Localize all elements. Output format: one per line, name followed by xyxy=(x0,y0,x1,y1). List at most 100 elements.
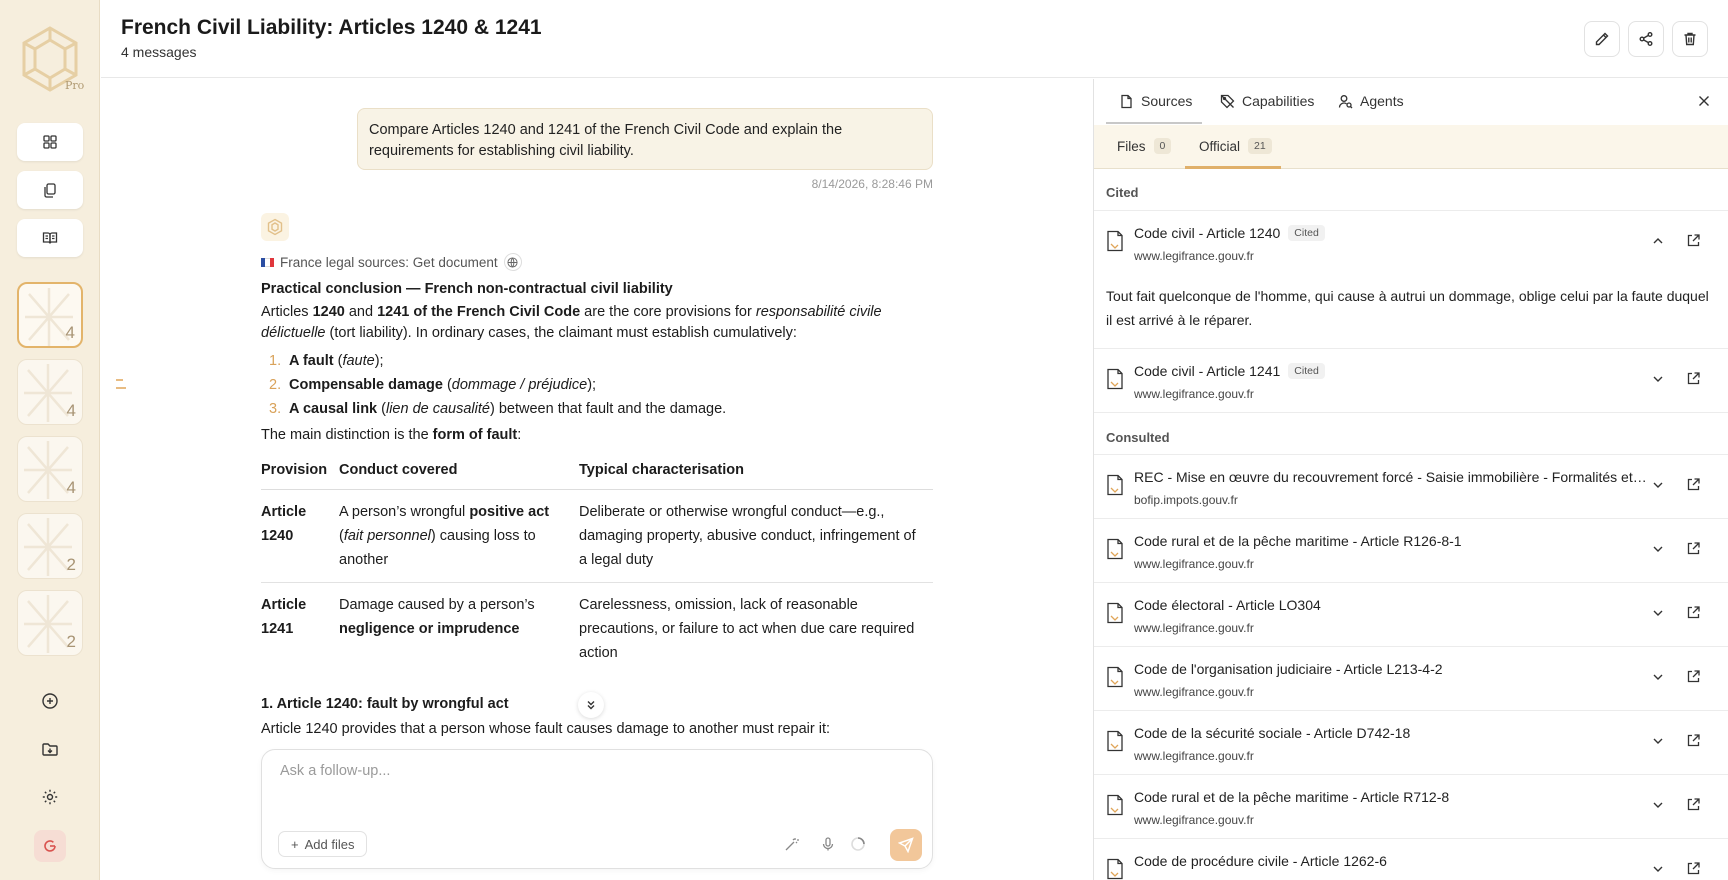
sources-panel: Sources Capabilities Agents Files 0 Offi… xyxy=(1093,79,1728,880)
requirements-list: 1. A fault (faute); 2. Compensable damage … xyxy=(269,349,933,421)
source-item[interactable]: Code électoral - Article LO304 www.legif… xyxy=(1094,582,1728,646)
file-icon xyxy=(1121,94,1132,108)
page-title: French Civil Liability: Articles 1240 & … xyxy=(121,16,542,39)
chevron-down-icon[interactable] xyxy=(1651,542,1665,556)
account-button[interactable] xyxy=(34,830,66,862)
rename-button[interactable] xyxy=(1584,21,1620,57)
table-header-row: Provision Conduct covered Typical charac… xyxy=(261,454,933,490)
divider xyxy=(1094,412,1728,413)
globe-icon[interactable] xyxy=(503,253,522,271)
source-domain: www.legifrance.gouv.fr xyxy=(1134,387,1254,401)
tab-sources[interactable]: Sources xyxy=(1119,93,1192,109)
follow-up-input[interactable] xyxy=(280,763,900,779)
source-excerpt: Tout fait quelconque de l'homme, qui cau… xyxy=(1106,288,1709,328)
count-badge: 0 xyxy=(1153,138,1172,154)
source-domain: www.legifrance.gouv.fr xyxy=(1134,685,1254,699)
legal-document-icon xyxy=(1107,230,1123,252)
answer-heading: Practical conclusion — French non-contra… xyxy=(261,281,673,297)
documents-button[interactable] xyxy=(17,171,83,209)
share-button[interactable] xyxy=(1628,21,1664,57)
chevron-down-icon[interactable] xyxy=(1651,478,1665,492)
source-title: Code rural et de la pêche maritime - Art… xyxy=(1134,533,1462,549)
project-thumbnail[interactable]: 4 xyxy=(17,436,83,502)
source-title: Code de la sécurité sociale - Article D7… xyxy=(1134,725,1411,741)
import-folder-button[interactable] xyxy=(34,733,66,765)
delete-button[interactable] xyxy=(1672,21,1708,57)
source-type-tabs: Files 0 Official 21 xyxy=(1094,125,1728,169)
grid-icon xyxy=(43,135,57,149)
source-title: Code de procédure civile - Article 1262-… xyxy=(1134,853,1387,869)
tab-official[interactable]: Official 21 xyxy=(1199,138,1272,154)
list-item: 3. A causal link (lien de causalité) betw… xyxy=(269,401,727,417)
column-header: Conduct covered xyxy=(339,454,579,490)
tool-call-indicator[interactable]: France legal sources: Get document xyxy=(261,253,522,271)
panel-tabs: Sources Capabilities Agents xyxy=(1094,79,1728,125)
legal-document-icon xyxy=(1107,858,1123,880)
dashboard-button[interactable] xyxy=(17,123,83,161)
source-item[interactable]: Code civil - Article 1241 Cited www.legif… xyxy=(1094,348,1728,412)
send-button[interactable] xyxy=(890,829,922,861)
project-thumbnail[interactable]: 4 xyxy=(17,359,83,425)
source-item[interactable]: Code de la sécurité sociale - Article D7… xyxy=(1094,710,1728,774)
external-link-icon[interactable] xyxy=(1686,605,1701,620)
source-item[interactable]: Code de l'organisation judiciaire - Arti… xyxy=(1094,646,1728,710)
conversation-header: French Civil Liability: Articles 1240 & … xyxy=(101,0,1728,78)
active-tab-indicator xyxy=(1106,122,1202,124)
voice-input-button[interactable] xyxy=(816,832,840,856)
settings-button[interactable] xyxy=(34,781,66,813)
plus-circle-icon xyxy=(42,693,58,709)
chevron-down-icon[interactable] xyxy=(1651,734,1665,748)
external-link-icon[interactable] xyxy=(1686,371,1701,386)
trash-icon xyxy=(1684,32,1696,46)
external-link-icon[interactable] xyxy=(1686,733,1701,748)
source-item[interactable]: Code rural et de la pêche maritime - Art… xyxy=(1094,518,1728,582)
chevron-down-icon[interactable] xyxy=(1651,670,1665,684)
external-link-icon[interactable] xyxy=(1686,541,1701,556)
new-chat-button[interactable] xyxy=(34,685,66,717)
project-thumbnail[interactable]: 2 xyxy=(17,513,83,579)
folder-import-icon xyxy=(42,743,58,756)
project-thumbnail[interactable]: 2 xyxy=(17,590,83,656)
source-item[interactable]: Code rural et de la pêche maritime - Art… xyxy=(1094,774,1728,838)
external-link-icon[interactable] xyxy=(1686,669,1701,684)
cited-badge: Cited xyxy=(1288,363,1325,379)
tab-agents[interactable]: Agents xyxy=(1338,93,1404,109)
close-icon[interactable] xyxy=(1696,93,1712,109)
source-domain: www.legifrance.gouv.fr xyxy=(1134,249,1254,263)
loading-indicator xyxy=(846,832,870,856)
external-link-icon[interactable] xyxy=(1686,797,1701,812)
source-domain: www.legifrance.gouv.fr xyxy=(1134,813,1254,827)
external-link-icon[interactable] xyxy=(1686,233,1701,248)
active-subtab-indicator xyxy=(1185,166,1281,169)
tab-files[interactable]: Files 0 xyxy=(1117,138,1172,154)
book-open-icon xyxy=(42,232,58,244)
chevron-down-icon[interactable] xyxy=(1651,798,1665,812)
chevron-down-icon[interactable] xyxy=(1651,862,1665,876)
legal-document-icon xyxy=(1107,474,1123,496)
user-message: Compare Articles 1240 and 1241 of the Fr… xyxy=(357,108,933,170)
legal-document-icon xyxy=(1107,794,1123,816)
source-item[interactable]: REC - Mise en œuvre du recouvrement forc… xyxy=(1094,454,1728,518)
add-files-button[interactable]: + Add files xyxy=(278,831,368,857)
chevron-up-icon[interactable] xyxy=(1651,234,1665,248)
spinner-icon xyxy=(851,837,865,851)
external-link-icon[interactable] xyxy=(1686,477,1701,492)
thumbnail-count: 4 xyxy=(66,478,76,497)
section-heading: 1. Article 1240: fault by wrongful act xyxy=(261,696,509,712)
source-item[interactable]: Code de procédure civile - Article 1262-… xyxy=(1094,838,1728,880)
source-item[interactable]: Code civil - Article 1240 Cited www.legif… xyxy=(1094,210,1728,274)
tab-capabilities[interactable]: Capabilities xyxy=(1220,93,1314,109)
google-g-icon xyxy=(44,840,56,852)
tool-call-label: France legal sources: Get document xyxy=(280,254,498,270)
enhance-prompt-button[interactable] xyxy=(780,832,804,856)
library-button[interactable] xyxy=(17,219,83,257)
external-link-icon[interactable] xyxy=(1686,861,1701,876)
chevrons-down-icon xyxy=(587,701,595,710)
outline-marker-icon[interactable] xyxy=(115,377,127,391)
legal-document-icon xyxy=(1107,368,1123,390)
chevron-down-icon[interactable] xyxy=(1651,606,1665,620)
project-thumbnail[interactable]: 4 xyxy=(17,282,83,348)
tag-icon xyxy=(1220,94,1235,108)
scroll-to-bottom-button[interactable] xyxy=(578,692,604,718)
chevron-down-icon[interactable] xyxy=(1651,372,1665,386)
